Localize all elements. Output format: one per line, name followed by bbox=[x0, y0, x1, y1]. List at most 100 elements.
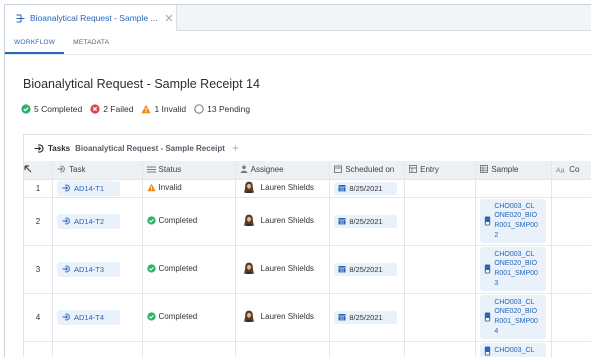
assignee-value[interactable]: Lauren Shields bbox=[240, 214, 314, 226]
failed-summary[interactable]: 2 Failed bbox=[90, 104, 133, 114]
status-cell bbox=[142, 341, 236, 357]
scheduled-date[interactable]: 8/25/2021 bbox=[334, 310, 397, 324]
entry-cell[interactable] bbox=[404, 245, 477, 294]
tab-workflow[interactable]: WORKFLOW bbox=[5, 30, 65, 54]
completed-count: 5 Completed bbox=[34, 104, 83, 114]
entry-cell[interactable] bbox=[404, 293, 477, 342]
entry-icon bbox=[409, 165, 418, 173]
avatar bbox=[243, 214, 255, 226]
scheduled-date[interactable]: 8/25/2021 bbox=[334, 181, 397, 195]
select-column-header[interactable] bbox=[24, 161, 54, 180]
task-icon bbox=[62, 217, 70, 225]
task-cell: AD14-T4 bbox=[52, 293, 143, 342]
add-task-button[interactable]: + bbox=[232, 142, 239, 154]
entry-cell[interactable] bbox=[404, 197, 477, 246]
tab-metadata[interactable]: METADATA bbox=[64, 30, 118, 54]
cursor-icon bbox=[24, 165, 32, 173]
failed-count: 2 Failed bbox=[103, 104, 134, 114]
scheduled-cell bbox=[329, 341, 406, 357]
co-cell[interactable] bbox=[551, 245, 591, 294]
assignee-cell bbox=[235, 341, 331, 357]
co-cell[interactable] bbox=[551, 293, 591, 342]
sample-vial-icon bbox=[485, 216, 491, 226]
tasks-subtitle: Bioanalytical Request - Sample Receipt bbox=[75, 143, 225, 153]
task-cell bbox=[52, 341, 143, 357]
person-icon bbox=[240, 165, 248, 173]
status-column-header[interactable]: Status bbox=[142, 161, 236, 180]
scheduled-date[interactable]: 8/25/2021 bbox=[334, 214, 397, 228]
status-value: Completed bbox=[146, 311, 197, 321]
status-cell: Completed bbox=[142, 245, 236, 294]
sample-cell: CHO003_CLONE020_BIOR001_SMP003 bbox=[475, 245, 553, 294]
co-cell[interactable] bbox=[551, 179, 591, 198]
entry-cell[interactable] bbox=[404, 179, 477, 198]
scheduled-cell: 8/25/2021 bbox=[329, 197, 406, 246]
document-tab[interactable]: Bioanalytical Request - Sample ... bbox=[5, 5, 177, 31]
entry-cell[interactable] bbox=[404, 341, 477, 357]
assignee-cell: Lauren Shields bbox=[235, 197, 331, 246]
avatar bbox=[243, 262, 255, 274]
assignee-cell: Lauren Shields bbox=[235, 179, 331, 198]
error-circle-icon bbox=[90, 104, 100, 114]
task-icon bbox=[62, 184, 70, 192]
avatar bbox=[243, 310, 255, 322]
scheduled-date[interactable]: 8/25/2021 bbox=[334, 262, 397, 276]
tasks-panel: Tasks Bioanalytical Request - Sample Rec… bbox=[23, 134, 591, 357]
task-icon bbox=[62, 313, 70, 321]
sample-vial-icon bbox=[485, 312, 491, 322]
co-column-header[interactable]: Aa Co bbox=[551, 161, 591, 180]
assignee-column-header[interactable]: Assignee bbox=[235, 161, 331, 180]
task-link[interactable]: AD14-T3 bbox=[57, 261, 121, 277]
tab-bar: Bioanalytical Request - Sample ... bbox=[5, 5, 591, 31]
assignee-value[interactable]: Lauren Shields bbox=[240, 181, 314, 193]
row-number: 4 bbox=[24, 293, 54, 342]
task-column-header[interactable]: Task bbox=[52, 161, 143, 180]
sample-vial-icon bbox=[485, 346, 491, 356]
check-circle-icon bbox=[21, 104, 31, 114]
co-cell[interactable] bbox=[551, 197, 591, 246]
svg-text:Aa: Aa bbox=[556, 167, 565, 173]
sample-cell bbox=[475, 179, 553, 198]
co-cell[interactable] bbox=[551, 341, 591, 357]
status-cell: Completed bbox=[142, 197, 236, 246]
tab-title: Bioanalytical Request - Sample ... bbox=[30, 13, 158, 23]
sample-column-header[interactable]: Sample bbox=[475, 161, 553, 180]
check-circle-icon bbox=[146, 215, 156, 225]
table-row[interactable]: 3 AD14-T3 Completed Lauren Shields 8/25/2021… bbox=[24, 245, 591, 294]
list-icon bbox=[146, 166, 156, 173]
scheduled-column-header[interactable]: Scheduled on bbox=[329, 161, 406, 180]
sample-link[interactable]: CHO003_CLONE020_BIOR001_SMP003 bbox=[480, 246, 547, 292]
sample-link[interactable]: CHO003_CL bbox=[480, 343, 547, 357]
scheduled-cell: 8/25/2021 bbox=[329, 293, 406, 342]
check-circle-icon bbox=[146, 263, 156, 273]
assignee-value[interactable]: Lauren Shields bbox=[240, 310, 314, 322]
calendar-icon bbox=[338, 314, 346, 321]
calendar-icon bbox=[338, 218, 346, 225]
page-title: Bioanalytical Request - Sample Receipt 1… bbox=[23, 77, 260, 91]
check-circle-icon bbox=[146, 311, 156, 321]
entry-column-header[interactable]: Entry bbox=[404, 161, 477, 180]
close-icon[interactable] bbox=[164, 13, 174, 23]
sample-cell: CHO003_CL bbox=[475, 341, 553, 357]
pending-summary[interactable]: 13 Pending bbox=[194, 104, 250, 114]
tasks-table: Task Status Assignee Scheduled on Entry … bbox=[24, 161, 591, 357]
task-link[interactable]: AD14-T1 bbox=[57, 180, 121, 196]
avatar bbox=[243, 181, 255, 193]
table-row[interactable]: 2 AD14-T2 Completed Lauren Shields 8/25/2021… bbox=[24, 197, 591, 246]
table-row[interactable]: 4 AD14-T4 Completed Lauren Shields 8/25/2021… bbox=[24, 293, 591, 342]
task-link[interactable]: AD14-T4 bbox=[57, 309, 121, 325]
sample-link[interactable]: CHO003_CLONE020_BIOR001_SMP004 bbox=[480, 294, 547, 340]
table-icon bbox=[480, 165, 489, 173]
status-value: Invalid bbox=[146, 183, 182, 192]
task-link[interactable]: AD14-T2 bbox=[57, 213, 121, 229]
pending-count: 13 Pending bbox=[207, 104, 251, 114]
scheduled-cell: 8/25/2021 bbox=[329, 179, 406, 198]
assignee-value[interactable]: Lauren Shields bbox=[240, 262, 314, 274]
field-icon: Aa bbox=[556, 167, 565, 173]
table-row[interactable]: 1 AD14-T1 Invalid Lauren Shields 8/25/2021 bbox=[24, 179, 591, 198]
row-number: 3 bbox=[24, 245, 54, 294]
table-row[interactable]: CHO003_CL bbox=[24, 341, 591, 357]
sample-link[interactable]: CHO003_CLONE020_BIOR001_SMP002 bbox=[480, 198, 547, 244]
completed-summary[interactable]: 5 Completed bbox=[21, 104, 82, 114]
invalid-summary[interactable]: 1 Invalid bbox=[141, 104, 186, 114]
